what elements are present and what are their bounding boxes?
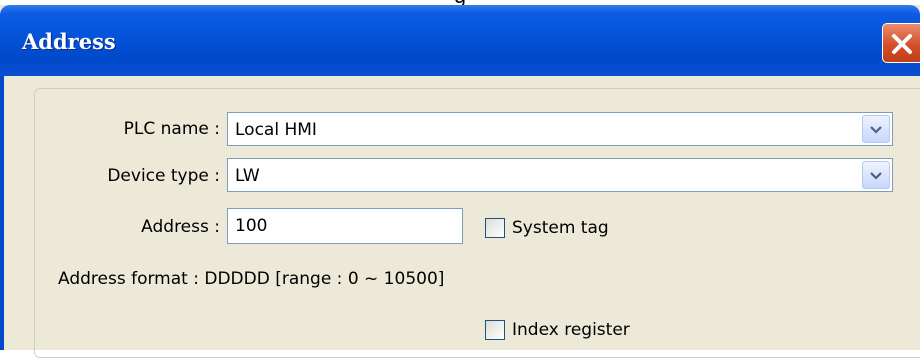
close-icon: [892, 34, 912, 54]
device-type-dropdown-button[interactable]: [862, 161, 890, 189]
system-tag-checkbox[interactable]: [485, 218, 505, 238]
plc-name-dropdown-button[interactable]: [862, 115, 890, 143]
chevron-down-icon: [870, 172, 882, 180]
address-value: 100: [235, 216, 268, 236]
plc-name-label: PLC name :: [123, 119, 220, 139]
device-type-value: LW: [235, 166, 260, 186]
chevron-down-icon: [870, 126, 882, 134]
device-type-label: Device type :: [107, 166, 220, 186]
address-label: Address :: [141, 217, 220, 237]
plc-name-value: Local HMI: [235, 120, 317, 140]
dialog-title: Address: [22, 29, 116, 54]
address-input[interactable]: 100: [227, 208, 463, 244]
close-button[interactable]: [882, 23, 920, 63]
plc-name-select[interactable]: Local HMI: [227, 112, 893, 146]
index-register-label: Index register: [512, 320, 630, 340]
system-tag-label: System tag: [512, 218, 609, 238]
title-bar[interactable]: Address: [0, 5, 920, 76]
index-register-checkbox[interactable]: [485, 320, 505, 340]
address-format-text: Address format : DDDDD [range : 0 ~ 1050…: [58, 269, 445, 289]
device-type-select[interactable]: LW: [227, 158, 893, 192]
